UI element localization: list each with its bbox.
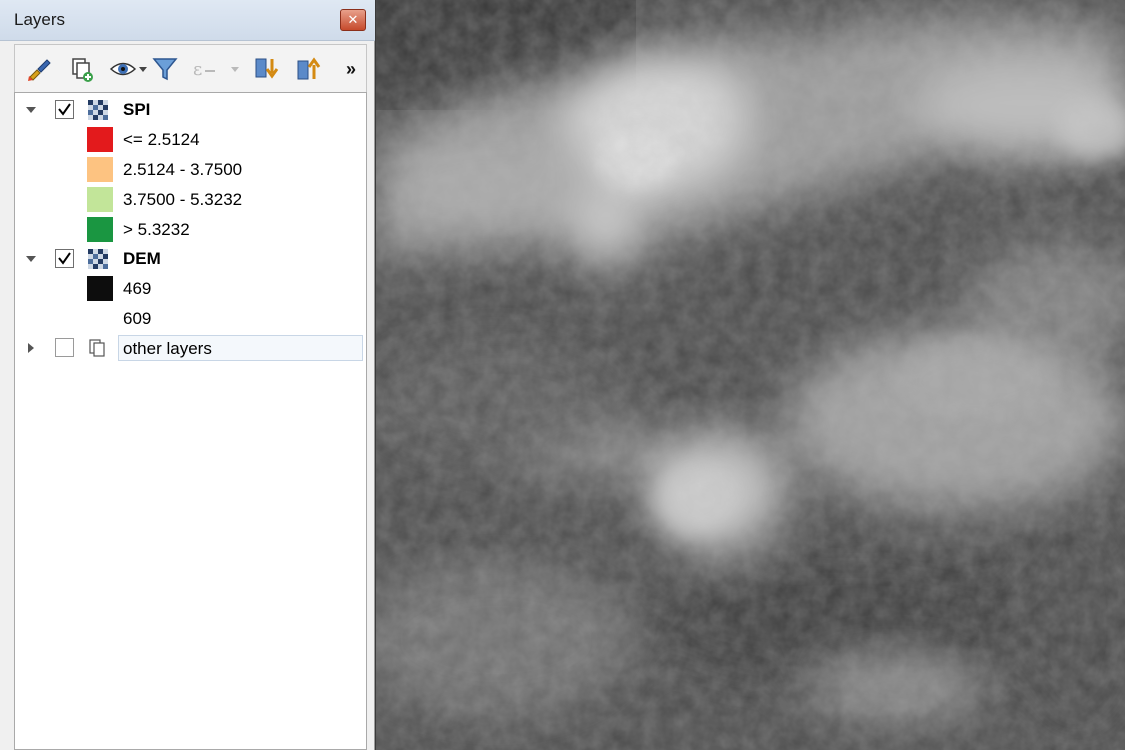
legend-swatch	[87, 187, 113, 212]
group-icon	[88, 338, 108, 358]
collapse-all-icon	[297, 57, 321, 80]
style-manager-button[interactable]	[25, 55, 53, 83]
svg-text:ε: ε	[193, 59, 202, 80]
legend-item: 3.7500 - 5.3232	[15, 186, 366, 214]
raster-layer-icon	[88, 100, 108, 120]
layer-name: DEM	[123, 249, 161, 268]
layer-tree: SPI <= 2.5124 2.5124 - 3.7500 3.7500 - 5…	[14, 92, 367, 750]
group-visibility-checkbox[interactable]	[55, 338, 74, 357]
paintbrush-icon	[28, 59, 51, 81]
legend-item: 469	[15, 275, 366, 303]
layer-row-dem[interactable]: DEM	[15, 245, 366, 273]
legend-swatch	[87, 276, 113, 301]
visibility-button[interactable]	[109, 55, 149, 83]
layer-name: SPI	[123, 100, 151, 119]
legend-swatch	[87, 157, 113, 182]
legend-label: 609	[123, 309, 152, 328]
legend-item: > 5.3232	[15, 216, 366, 244]
group-row-other-layers[interactable]: other layers	[15, 334, 366, 362]
legend-item: 609	[15, 305, 366, 333]
legend-label: <= 2.5124	[123, 130, 200, 149]
layers-panel: Layers ✕ ε » SPI <= 2.5124 2.5124 - 3.75…	[0, 0, 375, 750]
legend-label: > 5.3232	[123, 220, 190, 239]
expand-all-icon	[255, 58, 279, 79]
expand-arrow-icon[interactable]	[25, 104, 37, 116]
dem-raster-image	[376, 0, 1125, 750]
legend-swatch	[87, 217, 113, 242]
add-group-button[interactable]	[67, 55, 95, 83]
legend-swatch	[87, 127, 113, 152]
legend-swatch	[87, 306, 113, 331]
legend-item: <= 2.5124	[15, 126, 366, 154]
layer-visibility-checkbox[interactable]	[55, 249, 74, 268]
expand-arrow-icon[interactable]	[25, 253, 37, 265]
filter-legend-button[interactable]	[151, 55, 179, 83]
close-button[interactable]: ✕	[340, 9, 366, 31]
filter-icon	[152, 58, 178, 81]
raster-layer-icon	[88, 249, 108, 269]
legend-label: 3.7500 - 5.3232	[123, 190, 243, 209]
close-icon: ✕	[347, 12, 359, 27]
map-canvas[interactable]	[376, 0, 1125, 750]
layer-row-spi[interactable]: SPI	[15, 96, 366, 124]
layers-toolbar: ε »	[14, 44, 367, 92]
panel-titlebar[interactable]: Layers ✕	[0, 0, 375, 41]
legend-item: 2.5124 - 3.7500	[15, 156, 366, 184]
panel-title: Layers	[14, 10, 66, 29]
filter-expression-button[interactable]: ε	[191, 55, 239, 83]
toolbar-overflow-button[interactable]: »	[341, 55, 361, 83]
layer-visibility-checkbox[interactable]	[55, 100, 74, 119]
legend-label: 2.5124 - 3.7500	[123, 160, 243, 179]
legend-label: 469	[123, 279, 152, 298]
expand-all-button[interactable]	[253, 55, 281, 83]
collapse-all-button[interactable]	[295, 55, 323, 83]
eye-icon	[109, 62, 147, 76]
group-name: other layers	[123, 339, 212, 358]
expression-filter-icon: ε	[193, 59, 239, 80]
add-group-icon	[72, 58, 93, 82]
collapsed-arrow-icon[interactable]	[25, 342, 37, 354]
